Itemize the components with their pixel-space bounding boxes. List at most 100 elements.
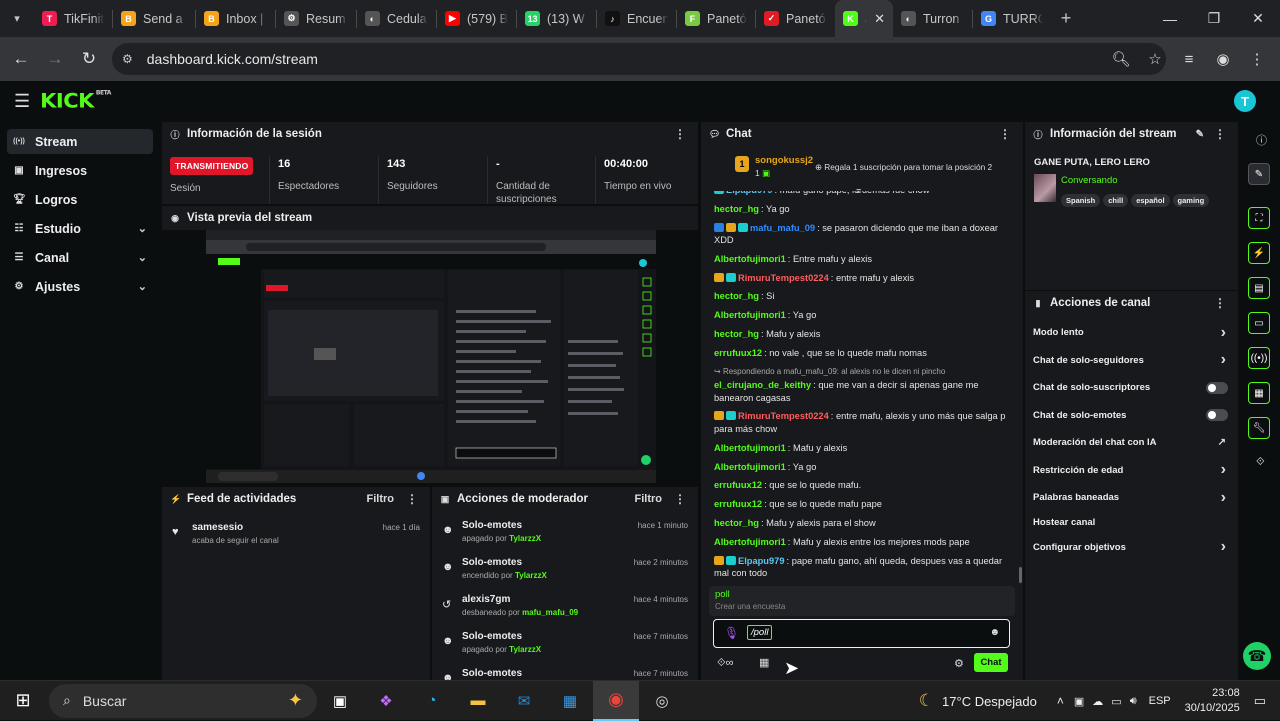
chat-input[interactable]: 🎙︎ /poll ☻ [713, 619, 1010, 648]
browser-tab[interactable]: ⚙Resum [276, 0, 356, 37]
edge-icon[interactable]: ◔ [409, 681, 455, 721]
top-gifter-name[interactable]: songokussj2 [755, 155, 813, 166]
more-options-icon[interactable]: ⋮ [999, 127, 1011, 141]
stream-preview-video[interactable] [206, 230, 656, 483]
chat-bubble-icon[interactable]: ▭ [1248, 312, 1270, 334]
weather-moon-icon[interactable]: ☾ [919, 691, 934, 711]
chat-username[interactable]: RimuruTempest0224 [738, 273, 829, 283]
profile-icon[interactable]: ◉ [1208, 50, 1238, 68]
info-icon[interactable]: ⓘ [1256, 132, 1267, 148]
kick-logo[interactable]: KICKBETA [40, 90, 111, 113]
address-bar[interactable]: ⚙ dashboard.kick.com/stream [112, 43, 1166, 75]
chat-username[interactable]: hector_hg [714, 204, 759, 214]
more-options-icon[interactable]: ⋮ [674, 127, 686, 141]
chat-username[interactable]: Elpapu979 [726, 191, 773, 195]
browser-tab[interactable]: TTikFinit [34, 0, 112, 37]
app-icon[interactable]: ◎ [639, 681, 685, 721]
browser-tab[interactable]: ◐Cedula [357, 0, 436, 37]
browser-tab[interactable]: BInbox | [196, 0, 275, 37]
copilot-icon[interactable]: ❖ [363, 681, 409, 721]
cloud-icon[interactable]: ☁ [1092, 695, 1103, 708]
chat-username[interactable]: hector_hg [714, 291, 759, 301]
chat-message[interactable]: RimuruTempest0224: entre mafu y alexis [714, 272, 1009, 285]
sidebar-item-ingresos[interactable]: ▣Ingresos [7, 158, 153, 183]
chat-scrollbar[interactable] [1019, 567, 1022, 583]
chat-message[interactable]: hector_hg: Ya go [714, 203, 1009, 216]
browser-tab[interactable]: ♪Encuen [597, 0, 676, 37]
reload-button[interactable]: ↻ [72, 49, 106, 69]
volume-icon[interactable]: 🔊︎ [1130, 695, 1137, 708]
reply-context[interactable]: ↪ Respondiendo a mafu_mafu_09: al alexis… [714, 366, 1009, 379]
layout-icon[interactable]: ▦ [1248, 382, 1270, 404]
browser-tab[interactable]: GTURRO [973, 0, 1051, 37]
points-icon[interactable]: ⟐∞ [717, 657, 734, 670]
chat-username[interactable]: hector_hg [714, 518, 759, 528]
channel-action-item[interactable]: Moderación del chat con IA↗ [1025, 429, 1238, 457]
microphone-icon[interactable]: 🎙︎ [724, 626, 739, 640]
chat-username[interactable]: errufuux12 [714, 348, 762, 358]
chat-username[interactable]: RimuruTempest0224 [738, 411, 829, 421]
chat-message[interactable]: hector_hg: Mafu y alexis [714, 328, 1009, 341]
network-icon[interactable]: ▭ [1111, 695, 1121, 708]
category-name[interactable]: Conversando [1061, 175, 1118, 186]
browser-tab[interactable]: BSend a [113, 0, 195, 37]
chat-message[interactable]: hector_hg: Mafu y alexis para el show [714, 517, 1009, 530]
moderator-name[interactable]: TylarzzX [509, 645, 541, 654]
browser-tab[interactable]: FPanetó [677, 0, 755, 37]
notifications-icon[interactable]: ▭ [1254, 693, 1266, 709]
chrome-icon[interactable]: ◉ [593, 681, 639, 721]
more-options-icon[interactable]: ⋮ [1214, 296, 1226, 310]
browser-tab[interactable]: ◐Turron [893, 0, 972, 37]
sidebar-item-stream[interactable]: ((•))Stream [7, 129, 153, 154]
moderator-name[interactable]: TylarzzX [509, 534, 541, 543]
channel-action-item[interactable]: Chat de solo-emotes [1025, 402, 1238, 430]
new-tab-button[interactable]: + [1051, 8, 1081, 29]
channel-action-item[interactable]: Restricción de edad› [1025, 457, 1238, 485]
chat-message[interactable]: Elpapu979: mafu gano pape, lo demás fue … [714, 191, 1009, 197]
windows-start-icon[interactable]: ⊞ [0, 681, 46, 721]
chevron-up-icon[interactable]: ˄ [1057, 694, 1064, 708]
chat-username[interactable]: Albertofujimori1 [714, 462, 786, 472]
chat-message[interactable]: Albertofujimori1: Mafu y alexis [714, 442, 1009, 455]
chat-username[interactable]: hector_hg [714, 329, 759, 339]
toggle-switch[interactable] [1206, 409, 1228, 421]
chrome-menu-icon[interactable]: ⋮ [1242, 50, 1272, 68]
chat-send-button[interactable]: Chat [974, 653, 1008, 672]
chat-message[interactable]: Albertofujimori1: Ya go [714, 461, 1009, 474]
chat-username[interactable]: Albertofujimori1 [714, 443, 786, 453]
chat-settings-icon[interactable]: ⚙ [954, 657, 964, 670]
chat-username[interactable]: Albertofujimori1 [714, 254, 786, 264]
wrench-icon[interactable]: 🔧︎ [1248, 417, 1270, 439]
sidebar-item-ajustes[interactable]: ⚙Ajustes⌄ [7, 274, 153, 299]
chat-username[interactable]: Albertofujimori1 [714, 310, 786, 320]
command-suggestion[interactable]: poll Crear una encuesta [709, 586, 1015, 616]
category-thumbnail[interactable] [1034, 174, 1056, 202]
chat-username[interactable]: Albertofujimori1 [714, 537, 786, 547]
channel-action-item[interactable]: Hostear canal [1025, 512, 1238, 534]
tray-app-icon[interactable]: ▣ [1074, 695, 1084, 708]
chat-message[interactable]: mafu_mafu_09: se pasaron diciendo que me… [714, 222, 1009, 247]
task-view-icon[interactable]: ▣ [317, 681, 363, 721]
chat-username[interactable]: errufuux12 [714, 499, 762, 509]
chat-message[interactable]: Albertofujimori1: Ya go [714, 309, 1009, 322]
chat-message[interactable]: Albertofujimori1: Entre mafu y alexis [714, 253, 1009, 266]
channel-action-item[interactable]: Chat de solo-suscriptores [1025, 374, 1238, 402]
edit-icon[interactable]: ✎ [1196, 129, 1204, 140]
outlook-icon[interactable]: ✉ [501, 681, 547, 721]
share-icon[interactable]: ⟐ [1256, 456, 1265, 469]
activity-filter-button[interactable]: Filtro [367, 493, 395, 505]
browser-tab[interactable]: 13(13) W [517, 0, 596, 37]
taskbar-search-box[interactable]: ⌕ Buscar ✦ [49, 684, 317, 718]
back-button[interactable]: ← [4, 49, 38, 69]
bookmark-star-icon[interactable]: ☆ [1140, 50, 1170, 68]
more-options-icon[interactable]: ⋮ [674, 492, 686, 506]
sidebar-item-canal[interactable]: ☰Canal⌄ [7, 245, 153, 270]
toggle-switch[interactable] [1206, 382, 1228, 394]
close-tab-icon[interactable]: ✕ [874, 11, 885, 27]
browser-tab[interactable]: ▶(579) B [437, 0, 516, 37]
chat-username[interactable]: errufuux12 [714, 480, 762, 490]
sidebar-item-estudio[interactable]: ☷Estudio⌄ [7, 216, 153, 241]
sidebar-item-logros[interactable]: 🏆︎Logros [7, 187, 153, 212]
browser-tab[interactable]: KStr✕ [835, 0, 893, 37]
zoom-icon[interactable]: 🔍︎ [1106, 50, 1136, 68]
